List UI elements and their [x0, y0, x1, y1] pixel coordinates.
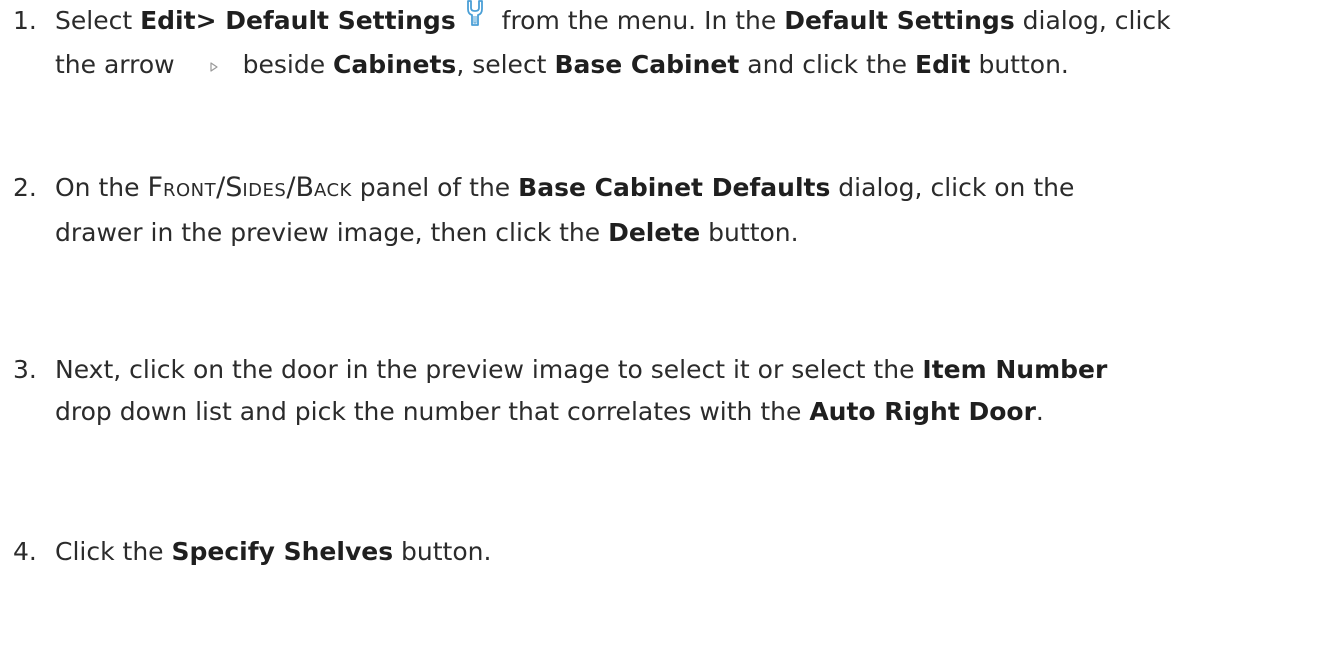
step-text-segment: dialog, click — [1014, 6, 1171, 35]
step-text-segment: from the menu. In the — [493, 6, 785, 35]
step-number: 4. — [13, 537, 37, 566]
panel-name-cap: B — [295, 172, 314, 203]
panel-name: FRONT/SIDES/BACK — [147, 172, 352, 203]
step-number: 2. — [13, 173, 37, 202]
step-text-segment: dialog, click on the — [830, 173, 1075, 202]
step-text: Next, click on the door in the preview i… — [55, 349, 1320, 433]
item-name: Base Cabinet — [554, 49, 740, 79]
step-text-segment: On the — [55, 173, 148, 202]
step-text: Select Edit> Default Settings from the m… — [55, 0, 1320, 87]
tree-item-name: Cabinets — [333, 49, 457, 79]
panel-name-cap: S — [225, 172, 243, 203]
item-name: Auto Right Door — [809, 397, 1036, 426]
dialog-name: Default Settings — [784, 6, 1015, 35]
tree-arrow-icon — [209, 44, 219, 86]
panel-name-cap: F — [147, 172, 163, 203]
panel-name-rest: RONT — [162, 180, 217, 201]
step-text: On the FRONT/SIDES/BACK panel of the Bas… — [55, 167, 1320, 254]
step-text: Click the Specify Shelves button. — [55, 531, 1320, 573]
step-text-segment: Select — [55, 6, 141, 35]
step-text-segment: button. — [700, 218, 799, 247]
step-text-segment: beside — [242, 49, 334, 79]
step-text-segment: drawer in the preview image, then click … — [55, 218, 609, 247]
step-text-segment: drop down list and pick the number that … — [55, 397, 810, 426]
step-number: 1. — [13, 6, 37, 35]
step-text-segment: the arrow — [55, 49, 175, 79]
step-text-segment: , select — [456, 49, 555, 79]
panel-name-slash: / — [216, 172, 226, 203]
step-text-segment: button. — [970, 49, 1069, 79]
step-number: 3. — [13, 355, 37, 384]
step-text-segment: Next, click on the door in the preview i… — [55, 355, 923, 384]
step-text-segment: and click the — [739, 49, 916, 79]
step-text-segment: . — [1035, 397, 1044, 426]
panel-name-rest: ACK — [313, 180, 352, 201]
panel-name-rest: IDES — [242, 180, 287, 201]
dialog-name: Base Cabinet Defaults — [518, 173, 831, 202]
button-name: Edit — [915, 49, 971, 79]
button-name: Specify Shelves — [171, 537, 394, 566]
field-name: Item Number — [922, 355, 1108, 384]
default-settings-icon — [460, 0, 490, 41]
menu-path: Edit> Default Settings — [140, 6, 456, 35]
step-text-segment: panel of the — [351, 173, 519, 202]
button-name: Delete — [608, 218, 701, 247]
step-text-segment: button. — [393, 537, 492, 566]
step-text-segment: Click the — [55, 537, 172, 566]
